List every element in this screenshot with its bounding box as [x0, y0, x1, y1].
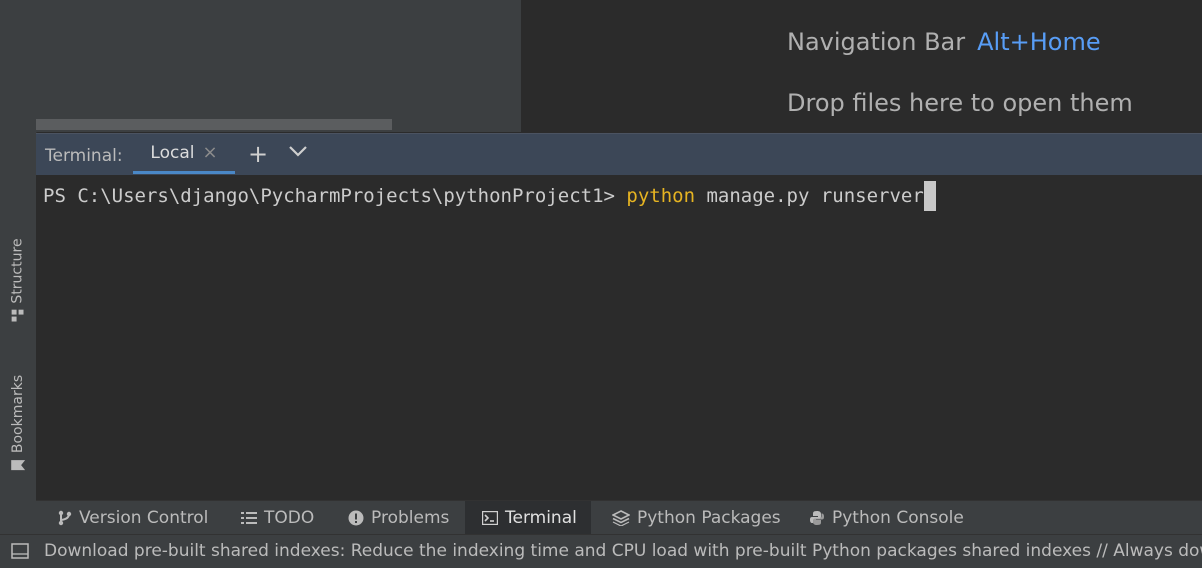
terminal-command-line: PS C:\Users\django\PycharmProjects\pytho… — [43, 181, 936, 211]
terminal-content[interactable]: PS C:\Users\django\PycharmProjects\pytho… — [36, 175, 1202, 500]
terminal-label: Terminal: — [45, 146, 123, 166]
tool-window-version-control[interactable]: Version Control — [58, 501, 208, 535]
tool-window-problems[interactable]: Problems — [348, 501, 449, 535]
terminal-tab-local[interactable]: Local × — [133, 134, 235, 174]
layers-icon — [612, 510, 630, 526]
tool-window-label: Python Packages — [637, 508, 781, 528]
navigation-bar-label: Navigation Bar — [787, 28, 966, 56]
chevron-down-icon[interactable] — [288, 144, 308, 158]
python-icon — [810, 511, 824, 525]
exclamation-icon — [348, 510, 364, 526]
tool-window-label: Terminal — [505, 508, 577, 528]
tool-window-todo[interactable]: TODO — [241, 501, 314, 535]
structure-tab[interactable]: Structure — [0, 225, 36, 335]
terminal-command-args: manage.py runserver — [695, 185, 924, 207]
horizontal-scrollbar[interactable] — [36, 119, 392, 130]
bookmarks-tab-label: Bookmarks — [10, 374, 26, 453]
structure-icon — [12, 309, 25, 322]
project-panel — [36, 0, 521, 132]
list-icon — [241, 512, 257, 524]
terminal-header: Terminal: Local × + — [36, 133, 1202, 176]
branch-icon — [58, 510, 72, 526]
close-icon[interactable]: × — [202, 142, 217, 163]
tool-window-label: Version Control — [79, 508, 209, 528]
navigation-bar-hint: Navigation Bar Alt+Home — [787, 28, 1101, 56]
add-terminal-icon[interactable]: + — [248, 140, 268, 168]
tool-window-bar: Version Control TODO Problems Terminal P… — [36, 500, 1202, 535]
terminal-tab-label: Local — [150, 142, 195, 163]
terminal-command-keyword: python — [626, 185, 696, 207]
tool-window-label: Problems — [371, 508, 450, 528]
structure-tab-label: Structure — [10, 238, 27, 304]
tool-window-python-packages[interactable]: Python Packages — [612, 501, 781, 535]
status-message[interactable]: Download pre-built shared indexes: Reduc… — [44, 541, 1202, 561]
terminal-prompt: PS C:\Users\django\PycharmProjects\pytho… — [43, 185, 627, 207]
toggle-tool-windows-icon[interactable] — [11, 543, 29, 559]
tool-window-python-console[interactable]: Python Console — [809, 501, 964, 535]
tool-window-terminal[interactable]: Terminal — [465, 501, 591, 535]
terminal-icon — [482, 511, 498, 525]
status-bar: Download pre-built shared indexes: Reduc… — [0, 534, 1202, 568]
bookmark-icon — [11, 459, 25, 470]
bookmarks-tab[interactable]: Bookmarks — [0, 360, 36, 485]
tool-window-label: TODO — [264, 508, 315, 528]
terminal-cursor — [923, 181, 936, 211]
drop-files-hint: Drop files here to open them — [787, 89, 1133, 117]
tool-window-label: Python Console — [832, 508, 964, 528]
navigation-bar-shortcut: Alt+Home — [977, 28, 1101, 56]
